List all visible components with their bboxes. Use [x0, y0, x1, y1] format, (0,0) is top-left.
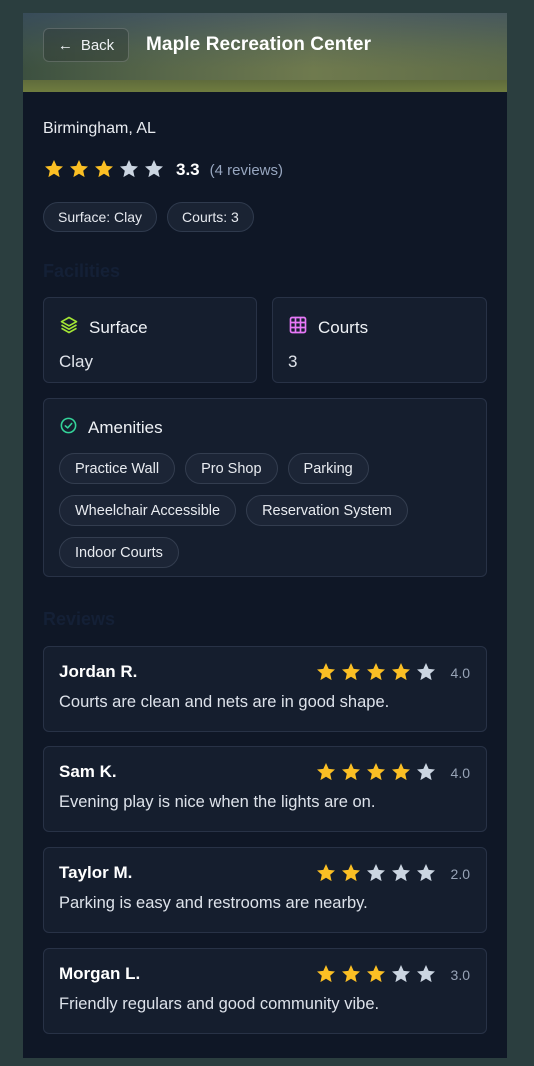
- reviewer-name: Sam K.: [59, 762, 117, 781]
- star-filled-icon: [43, 158, 68, 183]
- rating-value: 3.3: [176, 160, 200, 179]
- amenities-label: Amenities: [88, 418, 163, 437]
- amenity-chip: Wheelchair Accessible: [59, 495, 237, 526]
- back-label: Back: [80, 36, 115, 54]
- amenity-chip: Indoor Courts: [59, 537, 179, 568]
- amenity-chip: Practice Wall: [59, 453, 176, 484]
- reviewer-name: Jordan R.: [59, 662, 138, 681]
- venue-detail-screen: ← Back Maple Recreation Center Birmingha…: [23, 13, 507, 1058]
- check-circle-icon: [59, 416, 78, 440]
- review-score: 4.0: [450, 665, 470, 681]
- star-empty-icon: [415, 862, 440, 887]
- rating-stars: [43, 158, 168, 183]
- review-score: 4.0: [450, 765, 470, 781]
- review-stars: [315, 661, 440, 686]
- back-button[interactable]: ← Back: [43, 28, 129, 62]
- amenity-chip: Parking: [287, 453, 369, 484]
- star-empty-icon: [143, 158, 168, 183]
- review-card: Morgan L. 3.0 Friendly regulars and good…: [43, 948, 487, 1034]
- star-filled-icon: [390, 661, 415, 686]
- star-empty-icon: [365, 862, 390, 887]
- reviews-heading: Reviews: [43, 609, 116, 629]
- star-filled-icon: [315, 963, 340, 988]
- star-filled-icon: [365, 963, 390, 988]
- review-stars: [315, 963, 440, 988]
- review-score: 3.0: [450, 967, 470, 983]
- reviewer-name: Morgan L.: [59, 964, 141, 983]
- layers-icon: [59, 315, 79, 340]
- star-empty-icon: [390, 963, 415, 988]
- facilities-heading: Facilities: [43, 261, 121, 281]
- review-text: Parking is easy and restrooms are nearby…: [59, 894, 368, 912]
- review-card: Jordan R. 4.0 Courts are clean and nets …: [43, 646, 487, 732]
- star-filled-icon: [68, 158, 93, 183]
- amenities-list: Practice Wall Pro Shop Parking Wheelchai…: [59, 453, 439, 568]
- amenities-card: Amenities Practice Wall Pro Shop Parking…: [43, 398, 487, 577]
- surface-chip: Surface: Clay: [43, 202, 158, 232]
- star-filled-icon: [340, 862, 365, 887]
- review-score: 2.0: [450, 866, 470, 882]
- star-filled-icon: [340, 963, 365, 988]
- back-arrow-icon: ←: [57, 36, 73, 54]
- star-empty-icon: [415, 963, 440, 988]
- review-text: Friendly regulars and good community vib…: [59, 995, 380, 1013]
- review-card: Sam K. 4.0 Evening play is nice when the…: [43, 746, 487, 832]
- venue-location: Birmingham, AL: [43, 120, 156, 137]
- star-filled-icon: [315, 761, 340, 786]
- star-filled-icon: [315, 862, 340, 887]
- star-filled-icon: [390, 761, 415, 786]
- star-empty-icon: [118, 158, 143, 183]
- star-filled-icon: [340, 761, 365, 786]
- star-filled-icon: [93, 158, 118, 183]
- summary-chips: Surface: Clay Courts: 3: [43, 202, 254, 232]
- courts-chip: Courts: 3: [167, 202, 254, 232]
- review-card: Taylor M. 2.0 Parking is easy and restro…: [43, 847, 487, 933]
- venue-rating: 3.3 (4 reviews): [43, 157, 283, 183]
- review-count: (4 reviews): [209, 161, 283, 179]
- review-stars: [315, 761, 440, 786]
- star-empty-icon: [415, 661, 440, 686]
- amenity-chip: Reservation System: [246, 495, 408, 526]
- star-empty-icon: [415, 761, 440, 786]
- star-filled-icon: [315, 661, 340, 686]
- review-text: Courts are clean and nets are in good sh…: [59, 693, 390, 711]
- reviewer-name: Taylor M.: [59, 863, 133, 882]
- star-filled-icon: [365, 761, 390, 786]
- review-text: Evening play is nice when the lights are…: [59, 793, 376, 811]
- grid-icon: [288, 315, 308, 340]
- amenity-chip: Pro Shop: [185, 453, 278, 484]
- star-filled-icon: [340, 661, 365, 686]
- review-stars: [315, 862, 440, 887]
- courts-value: 3: [288, 352, 298, 371]
- star-filled-icon: [365, 661, 390, 686]
- page-title: Maple Recreation Center: [146, 34, 372, 55]
- surface-card: Surface Clay: [43, 297, 257, 383]
- surface-label: Surface: [89, 317, 148, 337]
- surface-value: Clay: [59, 352, 94, 371]
- courts-label: Courts: [318, 317, 369, 337]
- star-empty-icon: [390, 862, 415, 887]
- courts-card: Courts 3: [272, 297, 487, 383]
